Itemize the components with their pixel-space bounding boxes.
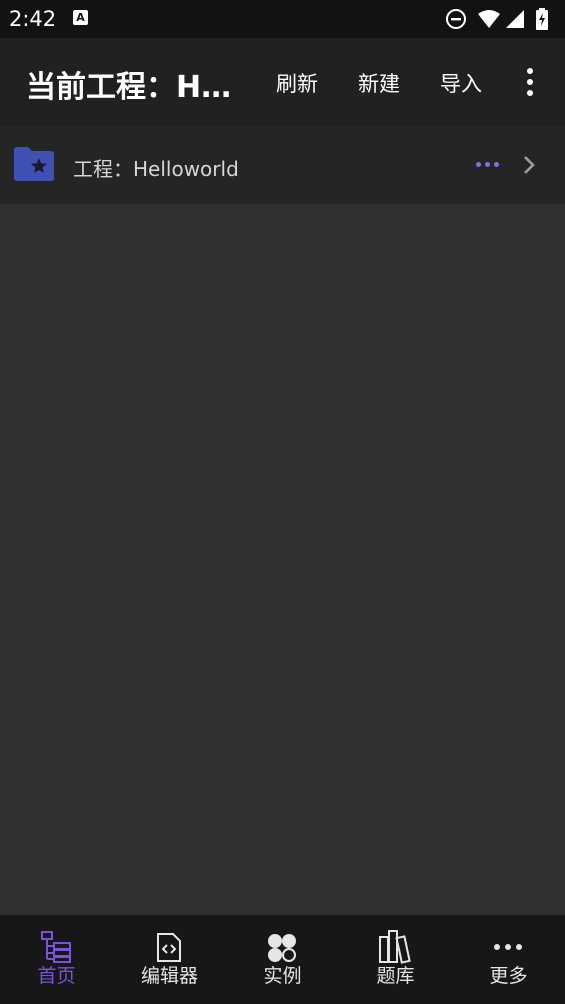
nav-label-more: 更多 bbox=[489, 965, 528, 987]
status-bar: 2:42 A bbox=[0, 0, 565, 38]
import-button[interactable]: 导入 bbox=[440, 68, 482, 98]
do-not-disturb-icon bbox=[446, 9, 466, 29]
battery-icon bbox=[536, 8, 548, 30]
code-file-icon bbox=[157, 933, 181, 962]
nav-item-more[interactable]: 更多 bbox=[452, 915, 565, 1004]
list-item[interactable]: 工程：Helloworld bbox=[0, 126, 565, 204]
new-button[interactable]: 新建 bbox=[358, 68, 400, 98]
status-time: 2:42 bbox=[9, 7, 57, 31]
books-icon bbox=[379, 930, 411, 964]
nav-label-editor: 编辑器 bbox=[140, 965, 198, 987]
nav-item-home[interactable]: 首页 bbox=[0, 915, 113, 1004]
page-title: 当前工程：Helloworld bbox=[26, 70, 246, 105]
app-bar: 当前工程：Helloworld 刷新 新建 导入 bbox=[0, 38, 565, 126]
signal-icon bbox=[506, 10, 524, 28]
more-vertical-icon[interactable] bbox=[518, 66, 542, 98]
project-label: 工程：Helloworld bbox=[73, 157, 239, 181]
grid-icon bbox=[268, 934, 296, 962]
bottom-nav: 首页 编辑器 实例 题库 更多 bbox=[0, 915, 565, 1004]
refresh-button[interactable]: 刷新 bbox=[276, 68, 318, 98]
tree-icon bbox=[41, 931, 71, 963]
more-horizontal-icon bbox=[494, 944, 522, 950]
content-area bbox=[0, 204, 565, 915]
chevron-right-icon bbox=[524, 156, 535, 174]
nav-item-questions[interactable]: 题库 bbox=[339, 915, 452, 1004]
folder-star-icon bbox=[14, 147, 54, 181]
nav-label-home: 首页 bbox=[37, 965, 76, 987]
nav-label-examples: 实例 bbox=[263, 965, 302, 987]
nav-item-examples[interactable]: 实例 bbox=[226, 915, 339, 1004]
status-icons bbox=[445, 8, 555, 30]
more-horizontal-icon[interactable] bbox=[476, 162, 500, 168]
nav-item-editor[interactable]: 编辑器 bbox=[113, 915, 226, 1004]
nav-label-questions: 题库 bbox=[376, 965, 415, 987]
wifi-icon bbox=[478, 10, 500, 28]
notification-a-icon: A bbox=[73, 10, 88, 25]
